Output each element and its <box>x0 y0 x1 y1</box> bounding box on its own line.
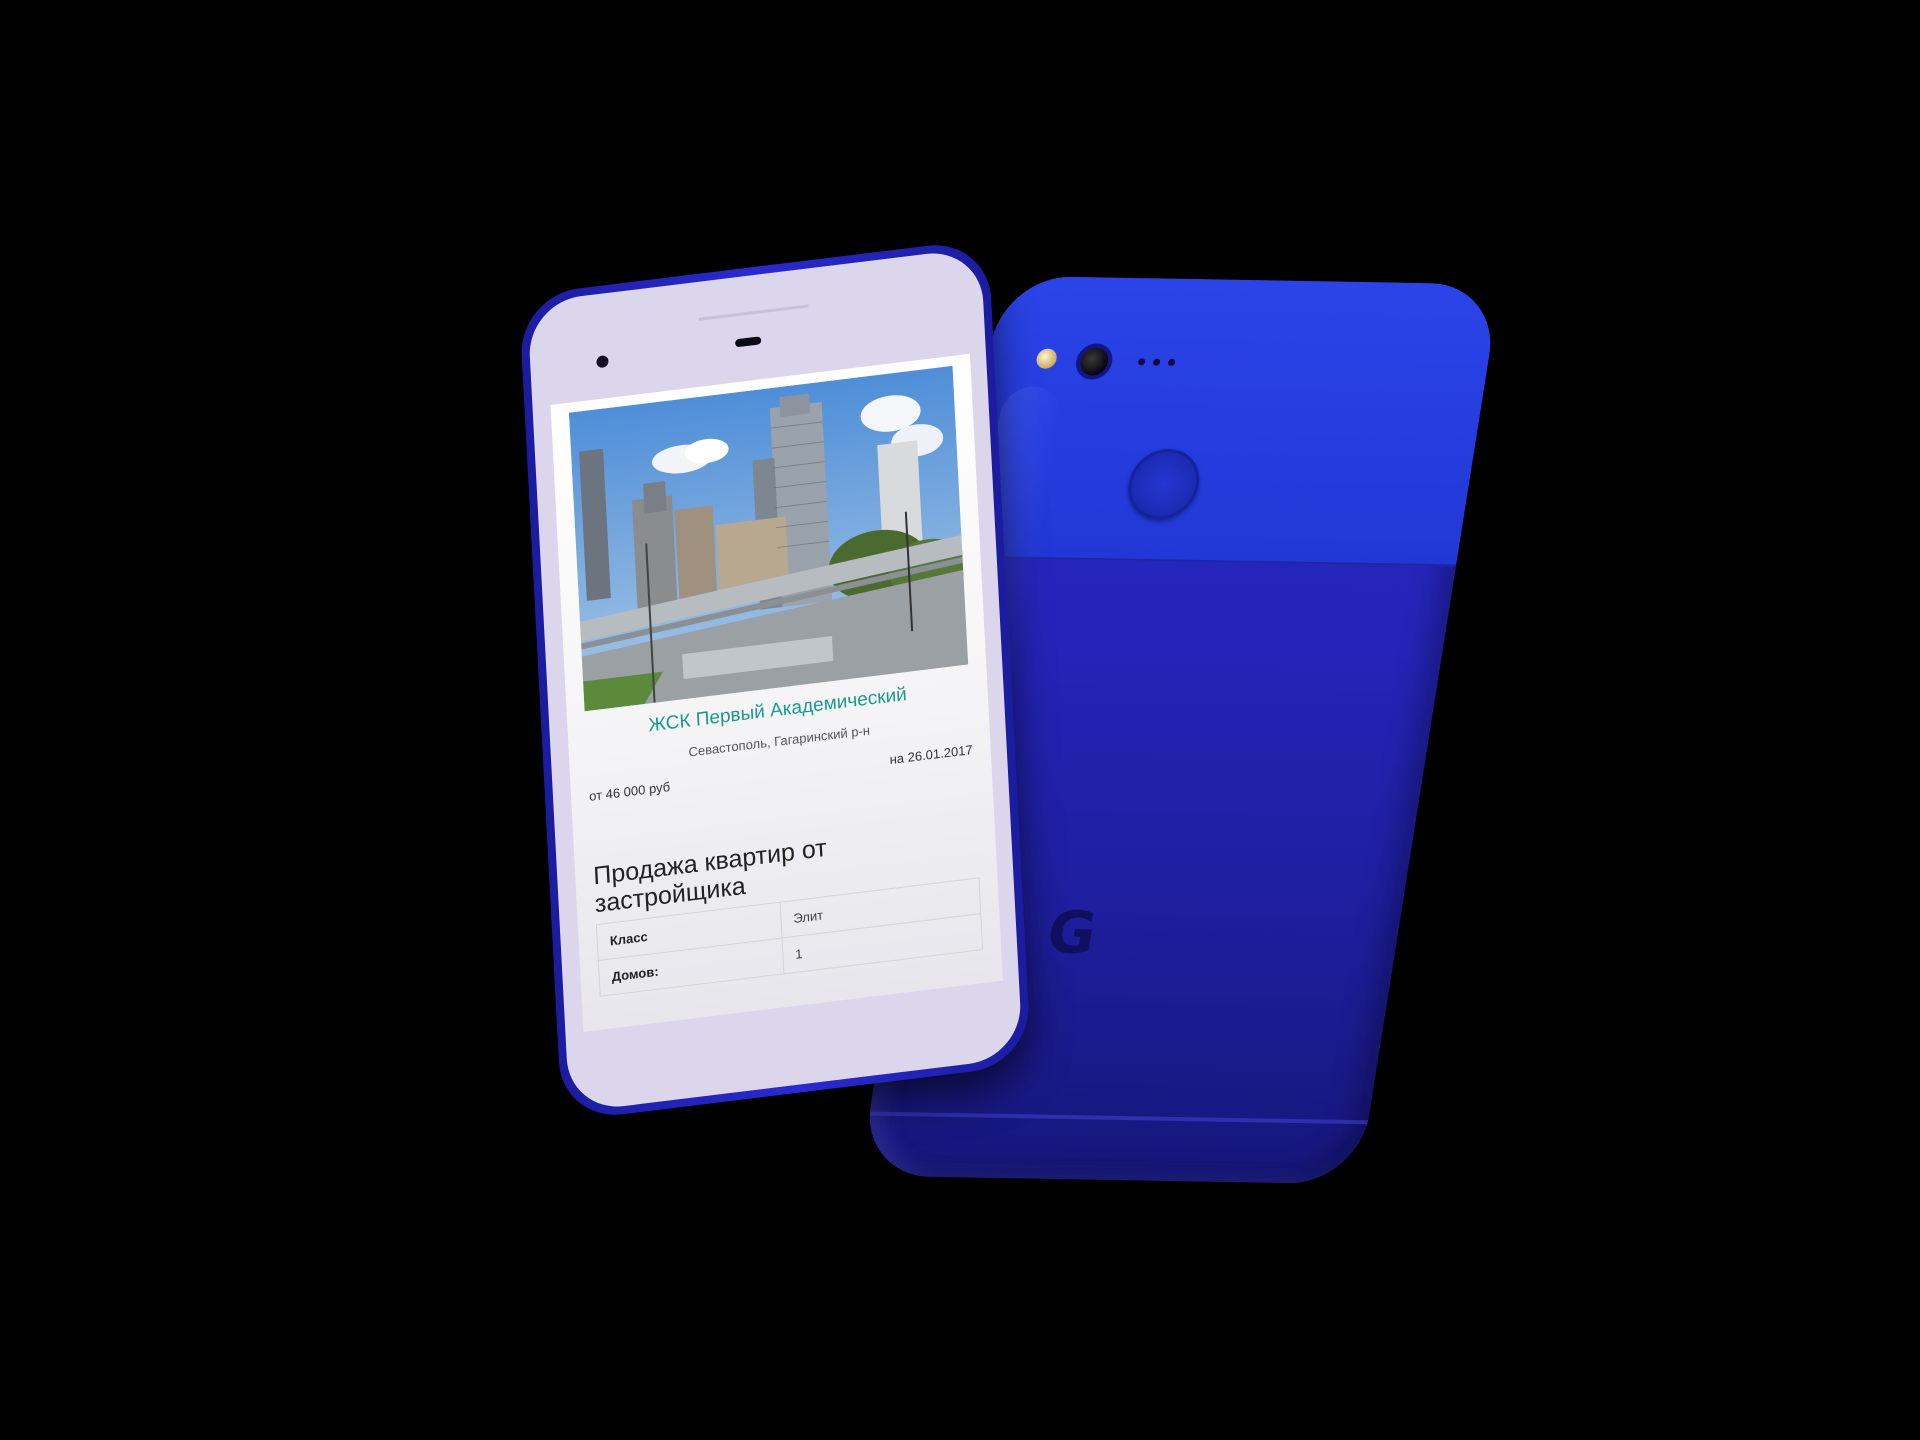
price-from: от 46 000 руб <box>588 778 671 804</box>
city-skyline-illustration <box>568 365 969 712</box>
antenna-band <box>869 1111 1369 1125</box>
price-date: на 26.01.2017 <box>889 741 974 768</box>
front-phone: ЖСК Первый Академический Севастополь, Га… <box>518 238 1032 1122</box>
listing-photo[interactable] <box>568 365 969 712</box>
stage: G ЖСК Первый Академический Севастополь, … <box>0 0 1920 1440</box>
front-face: ЖСК Первый Академический Севастополь, Га… <box>527 247 1023 1113</box>
earpiece-icon <box>734 336 762 348</box>
top-speaker-slit <box>698 304 809 321</box>
front-camera-icon <box>596 354 609 369</box>
phone-screen: ЖСК Первый Академический Севастополь, Га… <box>550 353 1003 1032</box>
microphone-dots-icon <box>1137 358 1176 366</box>
google-g-logo-icon: G <box>1042 898 1101 968</box>
